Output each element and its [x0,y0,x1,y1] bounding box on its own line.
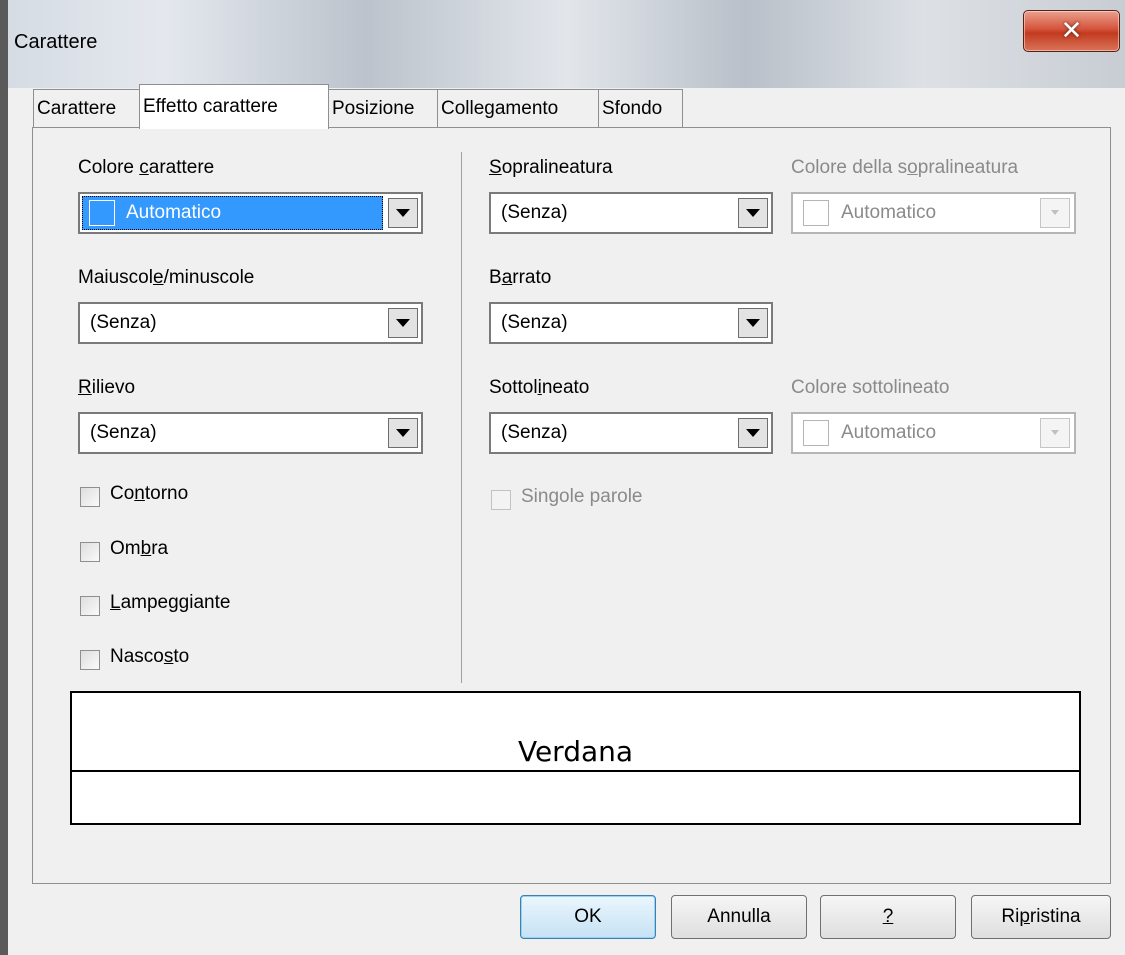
underline-color-label: Colore sottolineato [791,377,950,398]
font-preview: Verdana [70,691,1081,825]
underline-dropdown[interactable]: (Senza) [489,412,773,454]
strikethrough-label: Barrato [489,267,552,288]
tab-label: Carattere [37,98,117,119]
close-button[interactable]: ✕ [1023,10,1120,52]
overline-label: Sopralineatura [489,157,613,178]
tab-carattere[interactable]: Carattere [33,89,140,127]
column-separator [461,152,462,683]
tab-label: Effetto carattere [143,96,278,117]
window-title: Carattere [14,31,98,53]
checkbox-label: Contorno [110,483,189,504]
font-color-label: Colore carattere [78,157,215,178]
checkbox-box[interactable] [80,596,100,616]
ok-button[interactable]: OK [520,895,656,939]
tab-label: Sfondo [602,98,663,119]
dropdown-value: Automatico [841,202,937,223]
dropdown-value: Automatico [126,202,222,223]
title-bar[interactable]: Carattere ✕ [8,0,1125,88]
checkbox-label: Singole parole [521,486,643,507]
checkbox-box[interactable] [80,542,100,562]
overline-color-dropdown[interactable]: Automatico [791,192,1076,234]
chevron-down-icon[interactable] [738,198,768,228]
help-label: ? [882,906,894,927]
preview-text: Verdana [515,735,636,768]
chevron-down-icon[interactable] [738,418,768,448]
checkbox-box[interactable] [491,490,511,510]
dropdown-value: (Senza) [501,422,568,443]
checkbox-box[interactable] [80,487,100,507]
tab-label: Posizione [332,98,415,119]
overline-dropdown[interactable]: (Senza) [489,192,773,234]
cancel-button[interactable]: Annulla [671,895,807,939]
chevron-down-icon[interactable] [388,418,418,448]
case-dropdown[interactable]: (Senza) [78,302,423,344]
chevron-down-icon [1040,198,1070,228]
close-icon: ✕ [1060,15,1083,45]
underline-label: Sottolineato [489,377,590,398]
chevron-down-icon[interactable] [738,308,768,338]
tab-posizione[interactable]: Posizione [328,89,438,127]
tab-collegamento[interactable]: Collegamento [437,89,599,127]
dialog-window: Carattere ✕ Carattere Effetto carattere … [8,0,1125,955]
checkbox-box[interactable] [80,650,100,670]
relief-dropdown[interactable]: (Senza) [78,412,423,454]
underline-color-dropdown[interactable]: Automatico [791,412,1076,454]
chevron-down-icon[interactable] [388,308,418,338]
tab-sfondo[interactable]: Sfondo [598,89,683,127]
color-swatch [803,420,829,446]
color-swatch [89,200,115,226]
relief-label: Rilievo [78,377,136,398]
chevron-down-icon [1040,418,1070,448]
dropdown-value: (Senza) [501,312,568,333]
overline-color-label: Colore della sopralineatura [791,157,1019,178]
help-button[interactable]: ? [820,895,956,939]
dropdown-value: (Senza) [90,312,157,333]
checkbox-label: Ombra [110,538,169,559]
dropdown-value: Automatico [841,422,937,443]
chevron-down-icon[interactable] [388,198,418,228]
checkbox-label: Lampeggiante [110,592,231,613]
tab-label: Collegamento [441,98,559,119]
dropdown-value: (Senza) [501,202,568,223]
color-swatch [803,200,829,226]
strikethrough-dropdown[interactable]: (Senza) [489,302,773,344]
tab-effetto-carattere[interactable]: Effetto carattere [139,84,329,129]
case-label: Maiuscole/minuscole [78,267,255,288]
preview-baseline [72,770,1079,772]
dropdown-value: (Senza) [90,422,157,443]
font-color-dropdown[interactable]: Automatico [78,192,423,234]
reset-button[interactable]: Ripristina [971,895,1111,939]
checkbox-label: Nascosto [110,646,190,667]
